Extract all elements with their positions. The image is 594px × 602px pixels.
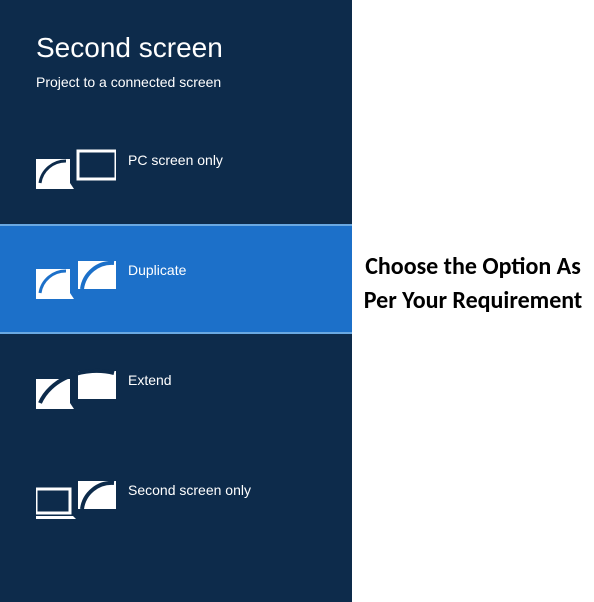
annotation-text: Choose the Option As Per Your Requiremen… [352, 0, 594, 602]
panel-title: Second screen [0, 32, 352, 74]
second-screen-only-icon [36, 477, 116, 521]
pc-screen-only-icon [36, 147, 116, 191]
extend-icon [36, 367, 116, 411]
option-pc-screen-only[interactable]: PC screen only [0, 114, 352, 224]
option-extend[interactable]: Extend [0, 334, 352, 444]
option-label: Extend [128, 372, 172, 388]
panel-subtitle: Project to a connected screen [0, 74, 352, 114]
option-label: PC screen only [128, 152, 223, 168]
option-label: Duplicate [128, 262, 186, 278]
option-second-screen-only[interactable]: Second screen only [0, 444, 352, 554]
duplicate-icon [36, 257, 116, 301]
option-label: Second screen only [128, 482, 251, 498]
second-screen-panel: Second screen Project to a connected scr… [0, 0, 352, 602]
option-duplicate[interactable]: Duplicate [0, 224, 352, 334]
